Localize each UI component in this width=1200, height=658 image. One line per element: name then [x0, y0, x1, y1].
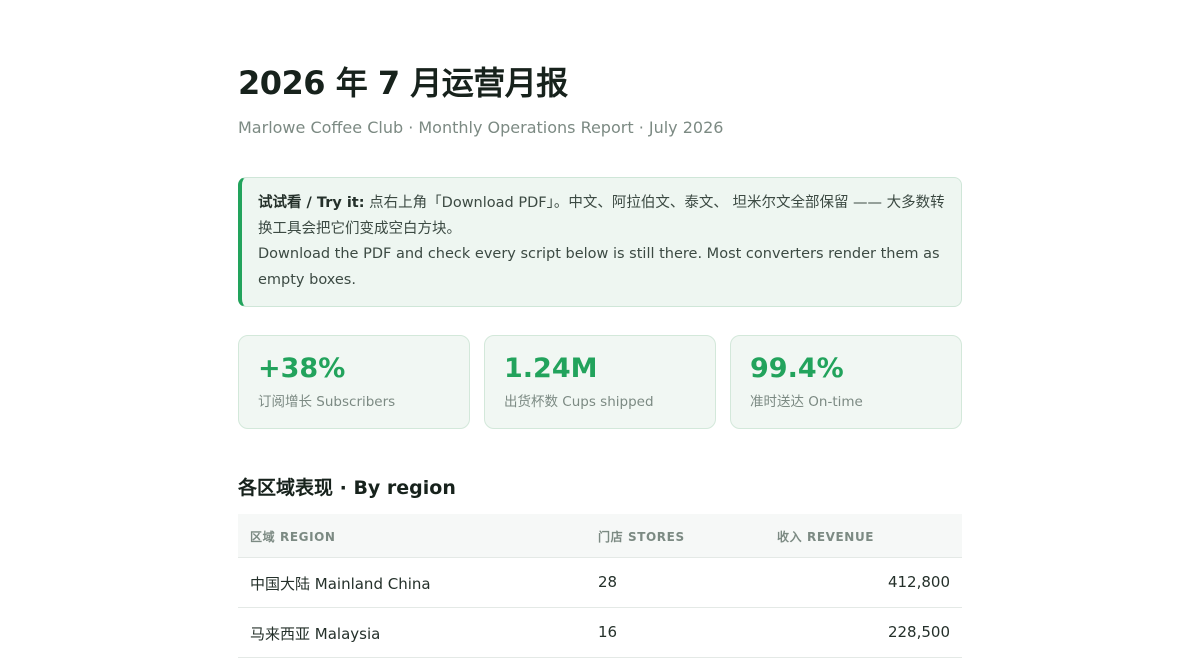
page-subtitle: Marlowe Coffee Club · Monthly Operations… — [238, 118, 724, 137]
report-page: 2026 年 7 月运营月报 Marlowe Coffee Club · Mon… — [238, 0, 962, 658]
cell-stores: 16 — [598, 623, 618, 641]
stats-row: +38% 订阅增长 Subscribers 1.24M 出货杯数 Cups sh… — [238, 335, 962, 429]
cell-region: 中国大陆 Mainland China — [250, 575, 431, 593]
cell-region: 马来西亚 Malaysia — [250, 625, 381, 643]
table-row: 中国大陆 Mainland China 28 412,800 — [238, 558, 962, 608]
table-header: 区域 Region 门店 Stores 收入 Revenue — [238, 514, 962, 558]
stat-value: +38% — [258, 353, 346, 384]
stat-value: 1.24M — [504, 353, 598, 384]
page-title: 2026 年 7 月运营月报 — [238, 64, 568, 102]
callout-lead: 试试看 / Try it: — [258, 195, 365, 211]
stat-card-cups-shipped: 1.24M 出货杯数 Cups shipped — [484, 335, 716, 429]
try-it-callout: 试试看 / Try it: 点右上角「Download PDF」。中文、阿拉伯文… — [238, 177, 962, 307]
cell-revenue: 412,800 — [887, 573, 950, 591]
stat-label: 准时送达 On-time — [750, 394, 863, 410]
column-header-revenue: 收入 Revenue — [777, 530, 875, 544]
table-row: 马来西亚 Malaysia 16 228,500 — [238, 608, 962, 658]
stat-card-on-time: 99.4% 准时送达 On-time — [730, 335, 962, 429]
cell-revenue: 228,500 — [887, 623, 950, 641]
stat-card-subscribers: +38% 订阅增长 Subscribers — [238, 335, 470, 429]
cell-stores: 28 — [598, 573, 618, 591]
region-table: 区域 Region 门店 Stores 收入 Revenue 中国大陆 Main… — [238, 514, 962, 658]
region-section-heading: 各区域表现 · By region — [238, 477, 456, 499]
stat-label: 出货杯数 Cups shipped — [504, 394, 654, 410]
stat-label: 订阅增长 Subscribers — [258, 394, 396, 410]
column-header-region: 区域 Region — [250, 530, 336, 544]
column-header-stores: 门店 Stores — [598, 530, 685, 544]
callout-text-en: Download the PDF and check every script … — [258, 246, 940, 288]
stat-value: 99.4% — [750, 353, 844, 384]
